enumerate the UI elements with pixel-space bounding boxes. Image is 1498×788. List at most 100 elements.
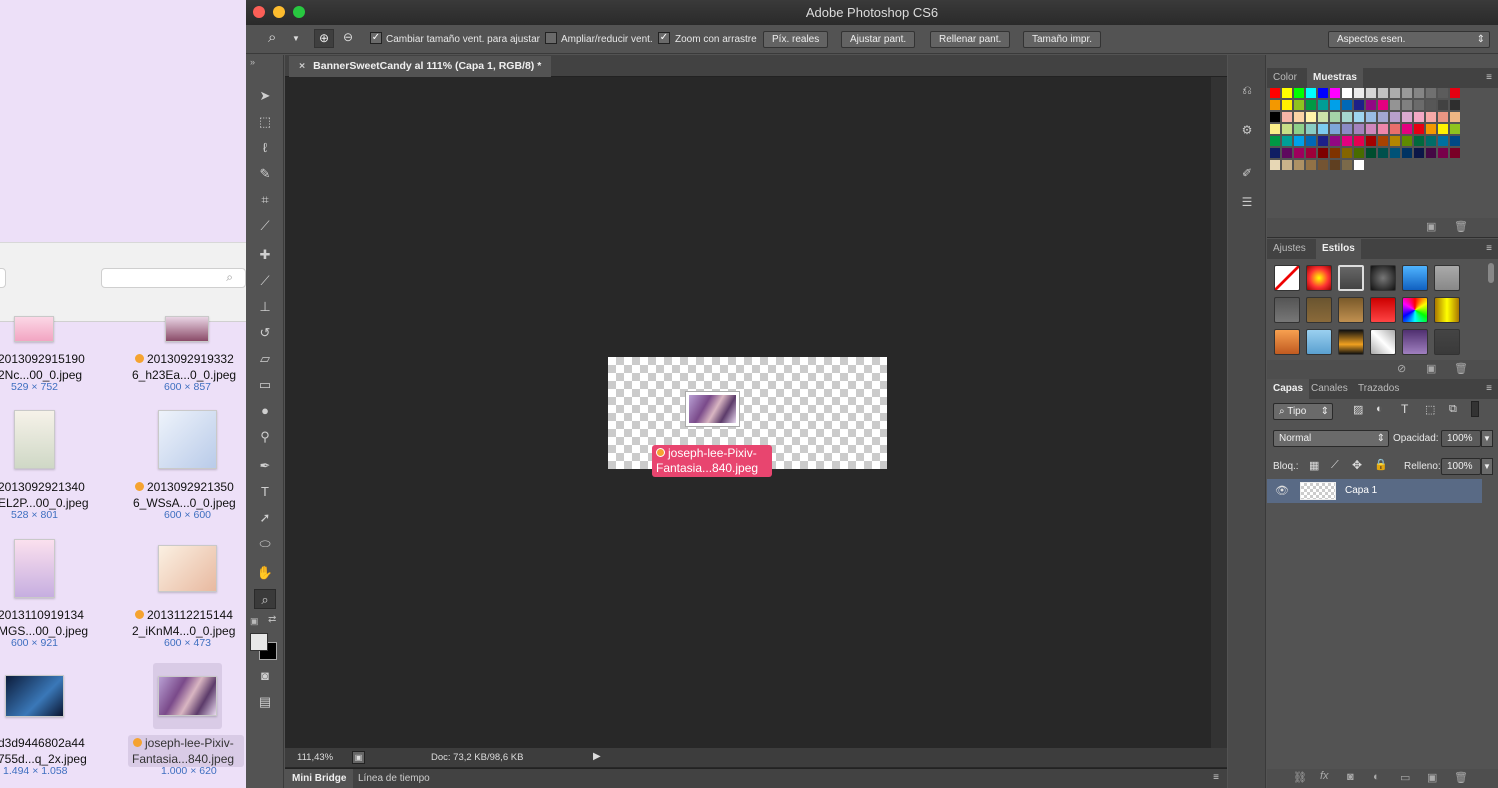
color-swatch[interactable] <box>1450 148 1460 158</box>
lock-image-pixels-icon[interactable]: ⟋ <box>1331 459 1339 472</box>
color-swatch[interactable] <box>1294 160 1304 170</box>
color-swatch[interactable] <box>1330 124 1340 134</box>
color-swatch[interactable] <box>1390 112 1400 122</box>
color-swatch[interactable] <box>1282 148 1292 158</box>
style-preset[interactable] <box>1274 297 1300 323</box>
finder-search-field[interactable]: ⌕ <box>101 268 246 288</box>
color-swatch[interactable] <box>1378 112 1388 122</box>
filter-adjustment-layer-icon[interactable]: ◐ <box>1376 403 1383 415</box>
color-swatch[interactable] <box>1318 148 1328 158</box>
file-name[interactable]: d3d9446802a44 <box>0 735 85 751</box>
zoom-out-icon[interactable]: ⊖ <box>339 29 357 48</box>
color-swatch[interactable] <box>1306 100 1316 110</box>
color-swatch[interactable] <box>1294 112 1304 122</box>
color-swatch[interactable] <box>1402 88 1412 98</box>
color-swatch[interactable] <box>1270 148 1280 158</box>
panel-menu-icon[interactable]: ≡ <box>1486 243 1492 254</box>
quick-selection-tool-icon[interactable]: ✎ <box>254 164 276 184</box>
file-thumbnail[interactable] <box>158 545 217 592</box>
filter-type-layer-icon[interactable]: T <box>1401 402 1408 416</box>
new-group-icon[interactable]: ▭ <box>1400 771 1410 784</box>
color-swatch[interactable] <box>1438 112 1448 122</box>
file-name[interactable]: 2013112215144 <box>135 607 233 623</box>
add-mask-icon[interactable]: ◙ <box>1347 771 1354 783</box>
color-swatch[interactable] <box>1306 160 1316 170</box>
lock-position-icon[interactable]: ✥ <box>1352 458 1362 472</box>
color-swatch[interactable] <box>1318 124 1328 134</box>
finder-path-field[interactable] <box>0 268 6 288</box>
color-swatch[interactable] <box>1342 160 1352 170</box>
resize-windows-checkbox[interactable]: ✓ <box>370 32 382 44</box>
print-size-button[interactable]: Tamaño impr. <box>1023 31 1102 48</box>
color-swatch[interactable] <box>1438 136 1448 146</box>
color-swatch[interactable] <box>1354 136 1364 146</box>
ellipse-tool-icon[interactable]: ⬭ <box>254 534 276 554</box>
color-swatch[interactable] <box>1402 100 1412 110</box>
color-swatch[interactable] <box>1426 112 1436 122</box>
color-swatch[interactable] <box>1330 112 1340 122</box>
fill-field[interactable]: 100% <box>1441 458 1481 475</box>
swap-colors-icon[interactable]: ⇄ <box>268 614 276 625</box>
trash-icon[interactable]: 🗑 <box>1454 771 1468 784</box>
style-preset[interactable] <box>1306 265 1332 291</box>
layer-row[interactable]: 👁 Capa 1 <box>1267 479 1482 503</box>
color-swatch[interactable] <box>1294 148 1304 158</box>
eye-icon[interactable]: 👁 <box>1275 484 1289 497</box>
fit-screen-button[interactable]: Ajustar pant. <box>841 31 916 48</box>
style-preset[interactable] <box>1338 265 1364 291</box>
lasso-tool-icon[interactable]: ℓ <box>254 138 276 158</box>
color-swatch[interactable] <box>1426 148 1436 158</box>
file-thumbnail[interactable] <box>14 316 54 342</box>
crop-tool-icon[interactable]: ⌗ <box>254 190 276 210</box>
file-name[interactable]: 2013092915190 <box>0 351 85 367</box>
file-thumbnail[interactable] <box>14 410 55 469</box>
color-swatch[interactable] <box>1318 112 1328 122</box>
style-preset[interactable] <box>1370 329 1396 355</box>
healing-brush-tool-icon[interactable]: ✚ <box>254 245 276 265</box>
color-swatch[interactable] <box>1366 100 1376 110</box>
style-preset[interactable] <box>1402 297 1428 323</box>
color-swatch[interactable] <box>1318 100 1328 110</box>
color-swatch[interactable] <box>1342 100 1352 110</box>
color-swatch[interactable] <box>1354 148 1364 158</box>
style-preset[interactable] <box>1370 265 1396 291</box>
color-swatch[interactable] <box>1426 88 1436 98</box>
style-preset[interactable] <box>1434 265 1460 291</box>
tab-swatches[interactable]: Muestras <box>1307 68 1363 88</box>
color-swatch[interactable] <box>1450 112 1460 122</box>
eraser-tool-icon[interactable]: ▱ <box>254 349 276 369</box>
color-swatch[interactable] <box>1426 136 1436 146</box>
file-name[interactable]: 2013092921350 <box>135 479 234 495</box>
color-swatch[interactable] <box>1450 124 1460 134</box>
color-swatch[interactable] <box>1414 124 1424 134</box>
color-swatch[interactable] <box>1330 148 1340 158</box>
fill-screen-button[interactable]: Rellenar pant. <box>930 31 1011 48</box>
color-swatch[interactable] <box>1294 124 1304 134</box>
color-swatch[interactable] <box>1306 124 1316 134</box>
zoom-level-field[interactable]: 111,43% <box>297 752 333 763</box>
style-preset[interactable] <box>1274 265 1300 291</box>
panel-menu-icon[interactable]: ≡ <box>1486 72 1492 83</box>
color-swatch[interactable] <box>1402 112 1412 122</box>
zoom-tool-preset-icon[interactable]: ⌕ <box>268 29 276 46</box>
quick-mask-icon[interactable]: ◙ <box>254 666 276 686</box>
toolbox-collapse-icon[interactable]: » <box>250 57 255 67</box>
marquee-tool-icon[interactable]: ⬚ <box>254 112 276 132</box>
tab-adjustments[interactable]: Ajustes <box>1267 239 1312 259</box>
color-swatch[interactable] <box>1270 160 1280 170</box>
color-swatch[interactable] <box>1282 88 1292 98</box>
blend-mode-dropdown[interactable]: Normal ⇕ <box>1273 430 1389 447</box>
color-swatch[interactable] <box>1354 124 1364 134</box>
style-preset[interactable] <box>1402 329 1428 355</box>
screen-mode-icon[interactable]: ▤ <box>254 692 276 712</box>
color-swatch[interactable] <box>1306 148 1316 158</box>
scrubby-zoom-checkbox[interactable]: ✓ <box>658 32 670 44</box>
color-swatch[interactable] <box>1402 136 1412 146</box>
filter-smart-object-icon[interactable]: ⧉ <box>1449 403 1457 416</box>
history-brush-tool-icon[interactable]: ↺ <box>254 323 276 343</box>
filter-toggle-switch[interactable] <box>1471 401 1479 417</box>
file-thumbnail[interactable] <box>158 410 217 469</box>
color-swatch[interactable] <box>1342 148 1352 158</box>
style-preset[interactable] <box>1306 329 1332 355</box>
gradient-tool-icon[interactable]: ▭ <box>254 375 276 395</box>
